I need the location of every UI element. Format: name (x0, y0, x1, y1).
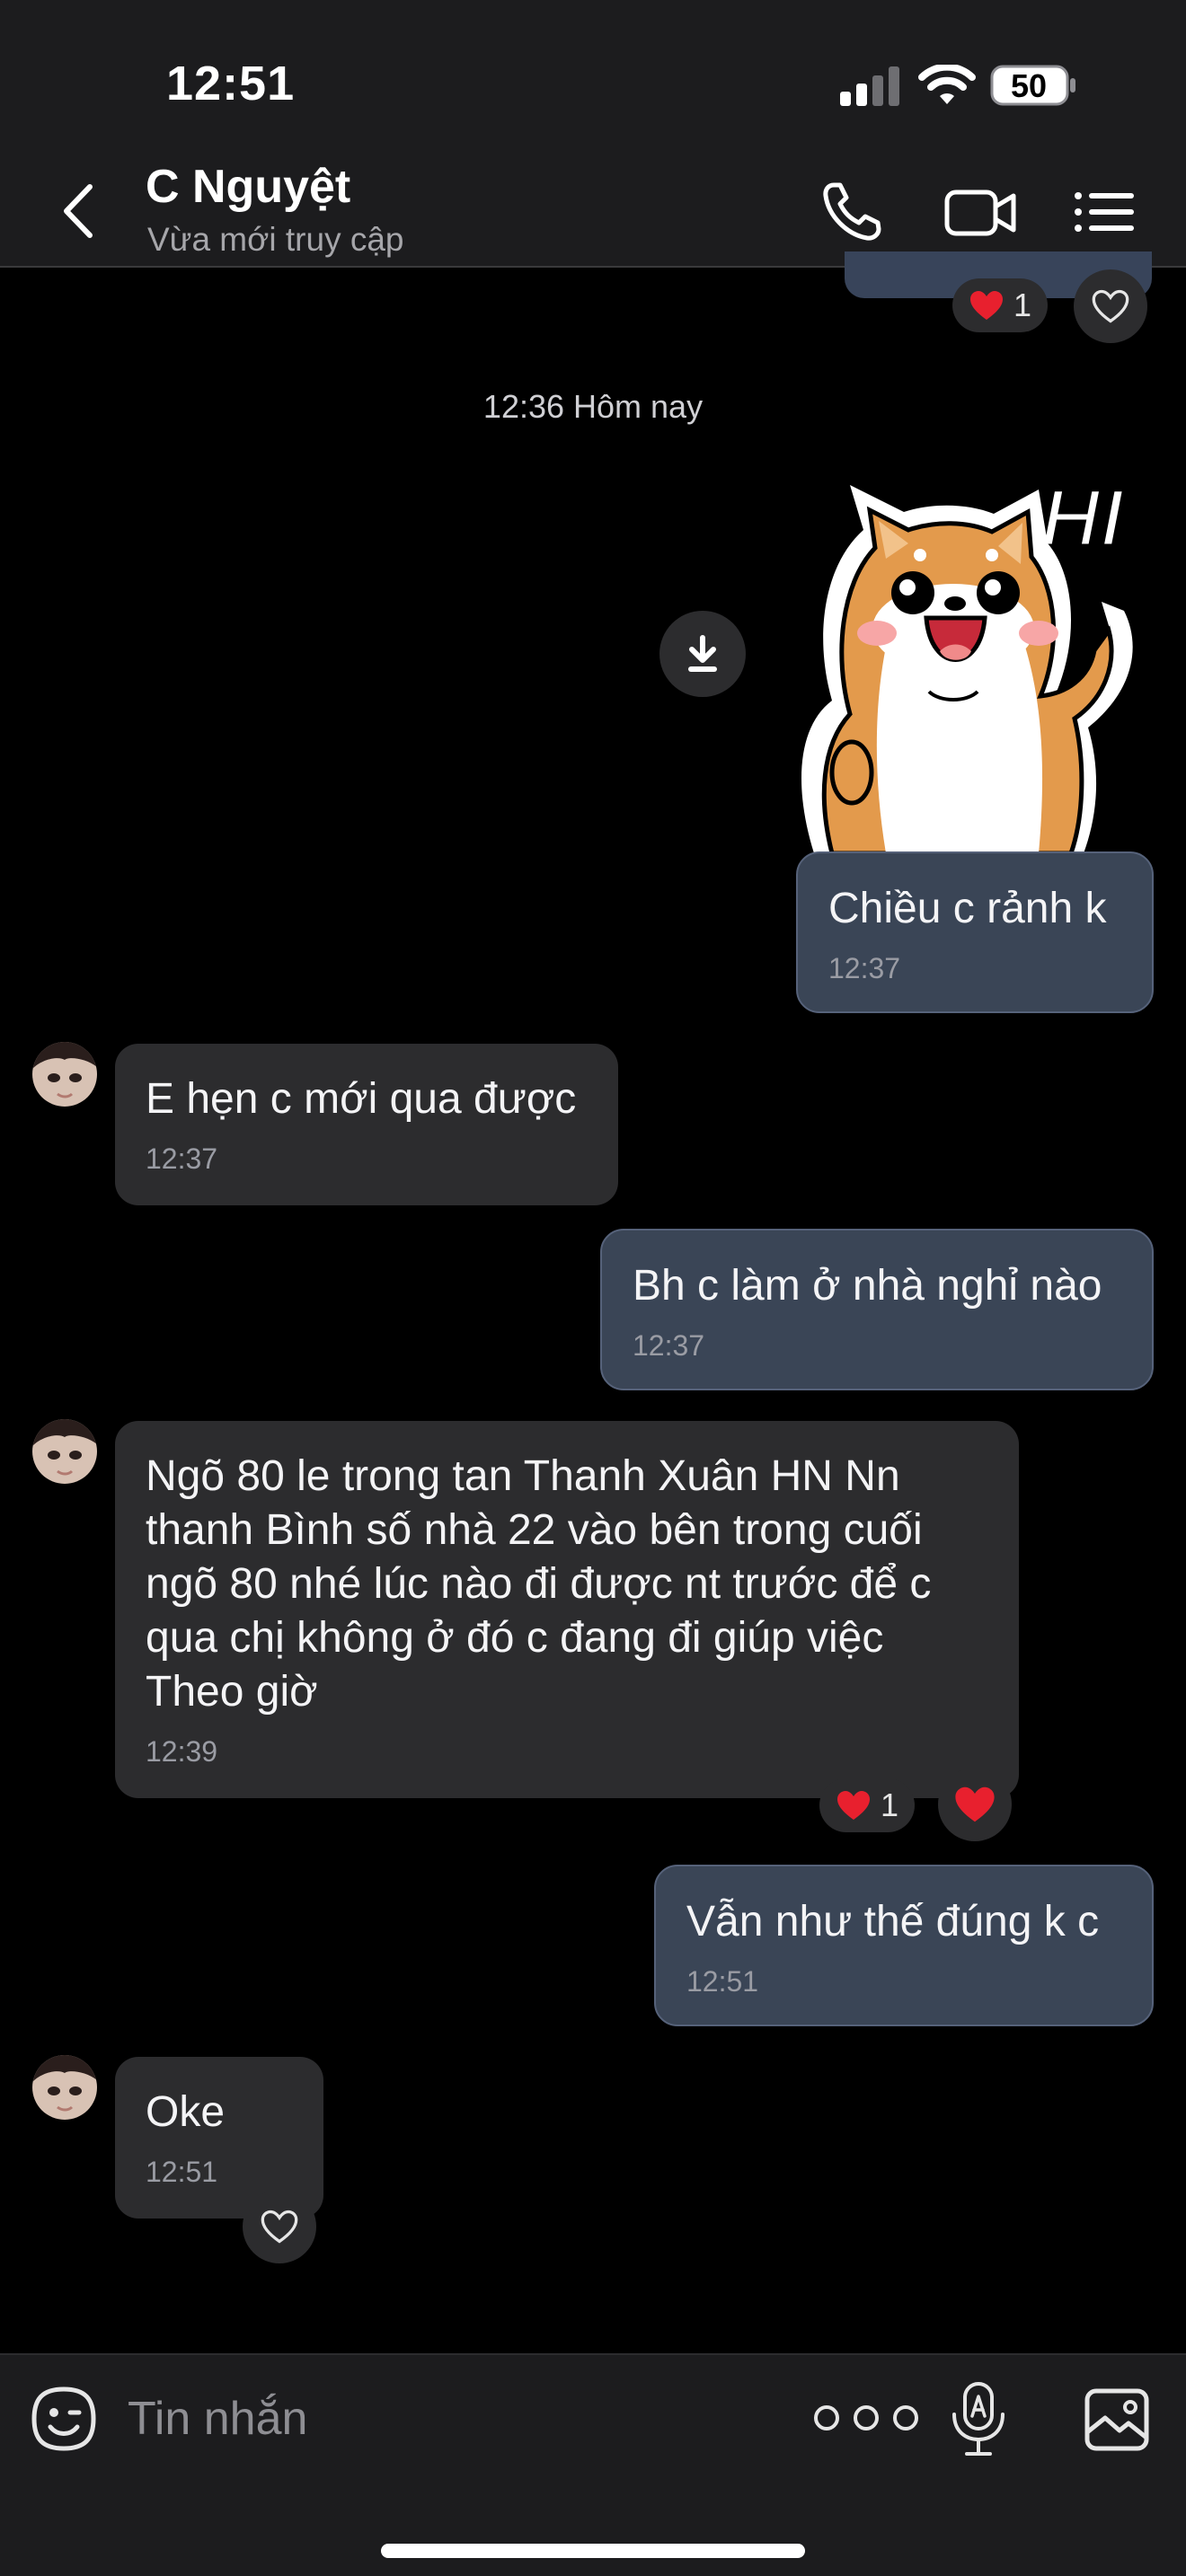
react-heart-button[interactable] (243, 2190, 316, 2263)
menu-list-button[interactable] (1073, 178, 1136, 246)
incoming-message[interactable]: Ngõ 80 le trong tan Thanh Xuân HN Nn tha… (115, 1421, 1019, 1798)
sticker-emoji-button[interactable] (31, 2386, 97, 2452)
outgoing-message[interactable]: Chiều c rảnh k 12:37 (796, 851, 1154, 1013)
download-sticker-button[interactable] (659, 611, 746, 697)
reaction-badge[interactable]: 1 (952, 278, 1048, 332)
status-bar: 12:51 50 (0, 0, 1186, 153)
incoming-message[interactable]: E hẹn c mới qua được 12:37 (115, 1044, 618, 1205)
message-time: 12:39 (146, 1735, 218, 1768)
chat-area[interactable]: 1 12:36 Hôm nay HI Chiều c rảnh k 12:37 … (0, 251, 1186, 2353)
cellular-signal-icon (840, 66, 899, 106)
avatar[interactable] (32, 1042, 97, 1107)
battery-level: 50 (1010, 67, 1048, 104)
avatar[interactable] (32, 1419, 97, 1484)
react-heart-button[interactable] (1074, 269, 1147, 343)
image-gallery-button[interactable] (1084, 2387, 1150, 2452)
message-text: Ngõ 80 le trong tan Thanh Xuân HN Nn tha… (146, 1452, 932, 1716)
heart-reaction-icon (836, 1791, 870, 1820)
message-time: 12:37 (828, 952, 901, 984)
heart-reaction-icon (969, 291, 1003, 320)
message-text: Bh c làm ở nhà nghỉ nào (633, 1262, 1102, 1310)
outgoing-message[interactable]: Vẫn như thế đúng k c 12:51 (654, 1865, 1154, 2026)
message-text: Chiều c rảnh k (828, 885, 1107, 932)
reaction-badge[interactable]: 1 (819, 1778, 915, 1832)
status-time: 12:51 (166, 57, 296, 110)
message-text: Vẫn như thế đúng k c (686, 1898, 1100, 1945)
message-time: 12:37 (146, 1142, 218, 1175)
home-indicator[interactable] (381, 2544, 805, 2558)
more-options-button[interactable] (807, 2398, 925, 2438)
outgoing-message[interactable]: Bh c làm ở nhà nghỉ nào 12:37 (600, 1229, 1154, 1390)
heart-filled-icon (955, 1786, 995, 1822)
contact-status: Vừa mới truy cập (147, 221, 404, 258)
message-text: Oke (146, 2088, 226, 2136)
message-time: 12:37 (633, 1329, 705, 1362)
back-button[interactable] (54, 180, 104, 243)
shiba-hi-sticker[interactable]: HI (778, 458, 1146, 853)
message-time: 12:51 (146, 2156, 218, 2188)
phone-call-button[interactable] (818, 178, 886, 246)
download-icon (688, 635, 717, 672)
video-call-button[interactable] (943, 178, 1017, 246)
wifi-icon (918, 65, 976, 104)
avatar[interactable] (32, 2055, 97, 2120)
message-text: E hẹn c mới qua được (146, 1075, 577, 1123)
heart-outline-icon (1092, 289, 1129, 323)
message-input[interactable] (128, 2380, 757, 2457)
message-time: 12:51 (686, 1965, 759, 1998)
message-input-bar (0, 2353, 1186, 2576)
sticker-hi-text: HI (1040, 472, 1125, 564)
contact-name[interactable]: C Nguyệt (146, 160, 350, 214)
date-separator: 12:36 Hôm nay (482, 388, 704, 425)
chat-header: C Nguyệt Vừa mới truy cập (0, 153, 1186, 268)
reaction-count: 1 (1013, 287, 1032, 323)
heart-outline-icon (261, 2210, 298, 2244)
react-heart-button[interactable] (938, 1768, 1012, 1841)
voice-to-text-microphone-button[interactable] (951, 2380, 1006, 2457)
reaction-count: 1 (880, 1786, 899, 1823)
battery-icon: 50 (990, 65, 1076, 106)
